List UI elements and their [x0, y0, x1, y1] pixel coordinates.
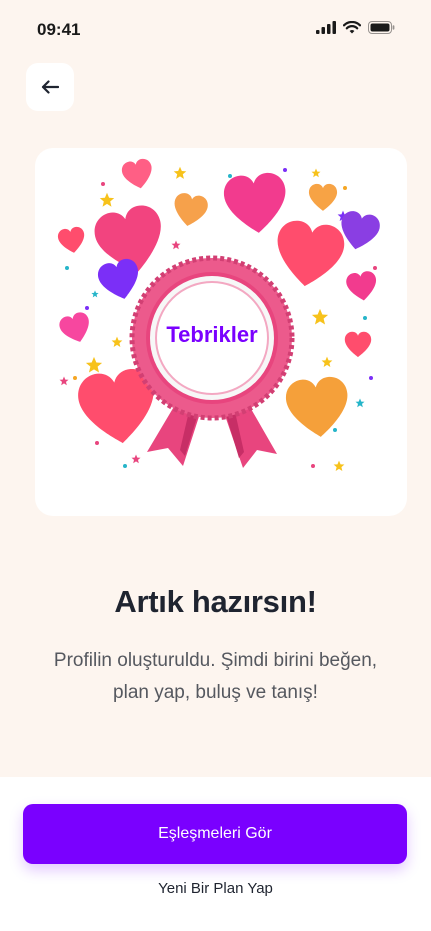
star-confetti [111, 336, 123, 348]
star-confetti [173, 166, 187, 179]
heart-red-right [271, 218, 347, 291]
star-confetti [333, 460, 345, 472]
page-subtitle: Profilin oluşturuldu. Şimdi birini beğen… [30, 645, 401, 709]
star-confetti [99, 192, 115, 207]
hero-illustration-card: Tebrikler [35, 148, 407, 516]
heart-pink-small-mid-left [57, 310, 95, 347]
confetti-dot [95, 441, 99, 445]
signal-icon [316, 21, 336, 34]
new-plan-link[interactable]: Yeni Bir Plan Yap [0, 880, 431, 897]
heart-orange-small [308, 183, 338, 211]
confetti-dot [373, 266, 377, 270]
star-confetti [321, 356, 333, 368]
subtitle-line-2: plan yap, buluş ve tanış! [113, 682, 318, 703]
status-bar: 09:41 [0, 0, 431, 60]
star-confetti [85, 356, 103, 373]
star-confetti [311, 168, 321, 178]
confetti-dot [283, 168, 287, 172]
star-confetti [131, 454, 141, 464]
heart-pink-large [222, 171, 290, 237]
back-button[interactable] [26, 63, 74, 111]
star-confetti [59, 376, 69, 386]
heart-pink-small-left [56, 225, 88, 256]
heart-pink-right-mid [345, 270, 379, 303]
wifi-icon [343, 21, 361, 34]
heart-orange-large-bottom-right [284, 375, 352, 441]
star-confetti [91, 290, 99, 298]
status-icons [316, 21, 395, 34]
heart-red-right-small [344, 331, 372, 357]
confetti-dot [65, 266, 69, 270]
arrow-left-icon [41, 80, 59, 94]
confetti-dot [363, 316, 367, 320]
subtitle-line-1: Profilin oluşturuldu. Şimdi birini beğen… [53, 650, 378, 671]
star-confetti [355, 398, 365, 408]
page-title: Artık hazırsın! [114, 584, 317, 619]
confetti-dot [311, 464, 315, 468]
star-confetti [311, 308, 329, 325]
confetti-dot [123, 464, 127, 468]
confetti-dot [343, 186, 347, 190]
confetti-dot [369, 376, 373, 380]
confetti-dot [333, 428, 337, 432]
heart-orange [170, 191, 210, 229]
status-time: 09:41 [37, 20, 81, 39]
confetti-dot [85, 306, 89, 310]
heart-pink [120, 157, 156, 192]
see-matches-button[interactable]: Eşleşmeleri Gör [23, 804, 407, 864]
battery-icon [368, 21, 395, 34]
confetti-dot [101, 182, 105, 186]
star-confetti [171, 240, 181, 250]
confetti-dot [228, 174, 232, 178]
confetti-dot [73, 376, 77, 380]
badge-text: Tebrikler [166, 322, 258, 347]
